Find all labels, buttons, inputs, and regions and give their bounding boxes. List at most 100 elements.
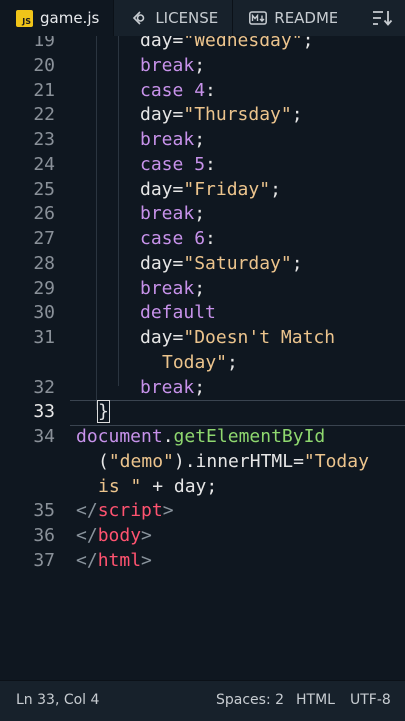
code-token: ; — [194, 376, 206, 398]
code-text: } — [97, 400, 110, 425]
code-token: </ — [76, 525, 98, 546]
code-token: document — [76, 426, 163, 447]
code-token: ; — [194, 203, 206, 225]
code-token: html — [97, 549, 142, 571]
code-token: ; — [291, 252, 303, 274]
code-line[interactable]: 28 day="Saturday"; — [0, 252, 405, 277]
code-token: + day; — [141, 475, 218, 497]
line-number: 37 — [33, 549, 55, 571]
code-text: case 5: — [140, 153, 216, 178]
encoding[interactable]: UTF-8 — [350, 692, 391, 708]
code-line[interactable]: 23 break; — [0, 128, 405, 153]
status-bar: Ln 33, Col 4 Spaces: 2 HTML UTF-8 — [0, 680, 405, 721]
line-number: 30 — [33, 302, 55, 324]
line-number: 25 — [33, 178, 55, 200]
code-line[interactable]: 29 break; — [0, 277, 405, 302]
code-line[interactable]: 24 case 5: — [0, 153, 405, 178]
code-line[interactable]: 34 document.getElementById — [0, 425, 405, 450]
tab-readme[interactable]: README.md — [233, 0, 337, 36]
current-line-highlight — [70, 400, 405, 427]
code-text: day="Wednesday"; — [140, 36, 313, 54]
code-token: > — [141, 525, 152, 546]
code-line[interactable]: 25 day="Friday"; — [0, 178, 405, 203]
code-token: case — [140, 228, 195, 249]
code-token: ; — [227, 351, 238, 373]
code-token: day= — [140, 36, 184, 51]
code-token: day= — [140, 252, 184, 274]
code-token: ; — [194, 54, 206, 76]
code-token: 6 — [194, 228, 206, 249]
code-text: day="Saturday"; — [140, 252, 303, 277]
code-token: case — [140, 79, 195, 101]
code-line[interactable]: 21 case 4: — [0, 79, 405, 104]
code-token: </ — [76, 500, 98, 522]
code-token: break — [140, 376, 195, 398]
language-mode[interactable]: HTML — [296, 692, 335, 708]
line-number: 21 — [33, 79, 55, 101]
cursor-position[interactable]: Ln 33, Col 4 — [16, 692, 99, 708]
line-number: 23 — [33, 129, 55, 150]
code-line[interactable]: 30 default — [0, 301, 405, 326]
js-file-icon: JS — [16, 9, 33, 27]
line-number: 29 — [33, 277, 55, 299]
line-number: 19 — [33, 36, 55, 51]
tab-label: README.md — [274, 9, 338, 27]
code-token: } — [97, 400, 110, 424]
code-token: ).innerHTML= — [173, 450, 304, 472]
code-text: case 6: — [140, 227, 216, 252]
code-line[interactable]: ("demo").innerHTML="Today — [0, 450, 405, 475]
code-line[interactable]: 37 </html> — [0, 549, 405, 574]
code-line[interactable]: 33} — [0, 400, 405, 427]
code-text: </script> — [76, 499, 174, 524]
sort-button[interactable] — [369, 6, 395, 30]
code-token: break — [140, 54, 195, 76]
code-line[interactable]: 19 day="Wednesday"; — [0, 36, 405, 54]
code-token: day= — [140, 178, 184, 200]
code-token: script — [97, 500, 163, 522]
code-token: day= — [140, 104, 184, 126]
code-line[interactable]: 31 day="Doesn't Match — [0, 326, 405, 351]
code-text: break; — [140, 54, 205, 79]
code-token: > — [141, 549, 152, 571]
code-line[interactable]: 22 day="Thursday"; — [0, 103, 405, 128]
code-token: ; — [194, 129, 206, 150]
code-text: is " + day; — [98, 475, 217, 500]
code-token: "Wednesday" — [183, 36, 303, 51]
indentation-setting[interactable]: Spaces: 2 — [216, 692, 284, 708]
line-number: 22 — [33, 104, 55, 126]
code-line[interactable]: 32 break; — [0, 376, 405, 401]
code-line[interactable]: 35 </script> — [0, 499, 405, 524]
tab-game-js[interactable]: JS game.js — [0, 0, 115, 36]
code-token: getElementById — [173, 426, 326, 447]
code-token: ; — [194, 277, 206, 299]
code-token: 4 — [194, 79, 206, 101]
code-editor[interactable]: 19 day="Wednesday"; 20 break; 21 case 4: 22 day… — [0, 36, 405, 680]
tab-license[interactable]: LICENSE — [114, 0, 234, 36]
code-token: "Today — [303, 450, 369, 472]
code-text: </body> — [76, 524, 152, 549]
code-line[interactable]: 27 case 6: — [0, 227, 405, 252]
line-number: 26 — [33, 203, 55, 225]
code-line[interactable]: is " + day; — [0, 475, 405, 500]
code-line[interactable]: 36 </body> — [0, 524, 405, 549]
code-token: ; — [302, 36, 314, 51]
code-text: break; — [140, 128, 205, 153]
tab-bar: JS game.js LICENSE README.md — [0, 0, 405, 37]
code-line[interactable]: Today"; — [0, 351, 405, 376]
line-number: 31 — [33, 327, 55, 348]
code-token: "Friday" — [183, 178, 271, 200]
code-token: 5 — [194, 153, 206, 175]
code-line[interactable]: 26 break; — [0, 202, 405, 227]
line-number: 28 — [33, 252, 55, 274]
line-number: 34 — [33, 426, 55, 447]
code-token: body — [97, 525, 142, 546]
code-text: day="Doesn't Match — [140, 326, 335, 351]
line-number: 32 — [33, 376, 55, 398]
code-token: "demo" — [108, 450, 174, 472]
code-token: ; — [270, 178, 281, 200]
tab-label: LICENSE — [155, 9, 219, 27]
code-line[interactable]: 20 break; — [0, 54, 405, 79]
code-token: : — [205, 228, 216, 249]
code-text: ("demo").innerHTML="Today — [98, 450, 369, 475]
code-text: default — [140, 301, 216, 326]
